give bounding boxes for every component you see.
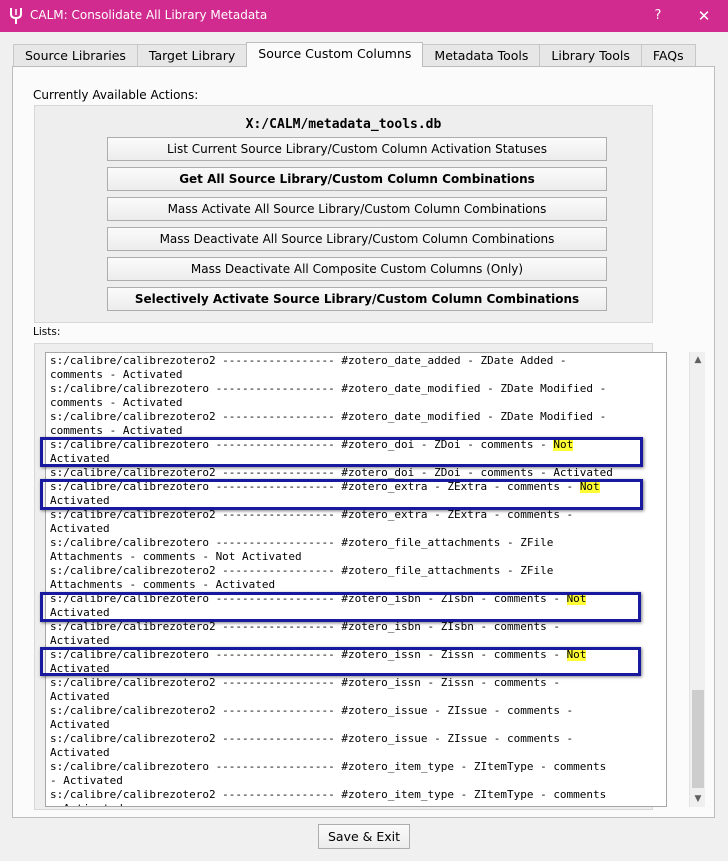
tab-faqs[interactable]: FAQs xyxy=(640,44,696,67)
list-line: s:/calibre/calibrezotero2 --------------… xyxy=(50,676,654,690)
list-line-text: Attachments - comments - Not Activated xyxy=(50,550,302,563)
list-line: - Activated xyxy=(50,802,654,806)
list-line-text: s:/calibre/calibrezotero ---------------… xyxy=(50,592,567,605)
list-line-text: s:/calibre/calibrezotero2 --------------… xyxy=(50,788,607,801)
list-line-text: Activated xyxy=(50,690,110,703)
list-line-text: comments - Activated xyxy=(50,396,183,409)
list-line: Activated xyxy=(50,746,654,760)
list-line: s:/calibre/calibrezotero2 --------------… xyxy=(50,354,654,368)
list-line-text: Activated xyxy=(50,606,110,619)
mass-activate-button[interactable]: Mass Activate All Source Library/Custom … xyxy=(107,197,607,221)
get-all-combinations-button[interactable]: Get All Source Library/Custom Column Com… xyxy=(107,167,607,191)
list-line: Activated xyxy=(50,494,654,508)
list-line: s:/calibre/calibrezotero ---------------… xyxy=(50,648,654,662)
list-line-text: s:/calibre/calibrezotero2 --------------… xyxy=(50,410,607,423)
list-line: comments - Activated xyxy=(50,424,654,438)
list-line-text: Activated xyxy=(50,746,110,759)
list-line: - Activated xyxy=(50,774,654,788)
save-and-exit-button[interactable]: Save & Exit xyxy=(318,824,410,849)
list-line-text: s:/calibre/calibrezotero ---------------… xyxy=(50,480,580,493)
list-line: Activated xyxy=(50,452,654,466)
list-line-text: s:/calibre/calibrezotero2 --------------… xyxy=(50,620,560,633)
actions-label: Currently Available Actions: xyxy=(33,88,199,102)
list-line-text: comments - Activated xyxy=(50,368,183,381)
list-line: s:/calibre/calibrezotero2 --------------… xyxy=(50,508,654,522)
actions-group: X:/CALM/metadata_tools.db List Current S… xyxy=(34,105,653,323)
list-line-text: - Activated xyxy=(50,802,123,806)
list-activation-statuses-button[interactable]: List Current Source Library/Custom Colum… xyxy=(107,137,607,161)
list-line: s:/calibre/calibrezotero ---------------… xyxy=(50,480,654,494)
close-button[interactable]: ✕ xyxy=(692,6,716,26)
tab-bar: Source Libraries Target Library Source C… xyxy=(13,42,696,67)
list-line-text: s:/calibre/calibrezotero ---------------… xyxy=(50,382,607,395)
list-line-text: s:/calibre/calibrezotero2 --------------… xyxy=(50,676,560,689)
list-line: Activated xyxy=(50,718,654,732)
tab-target-library[interactable]: Target Library xyxy=(136,44,248,67)
list-line-text: s:/calibre/calibrezotero ---------------… xyxy=(50,760,607,773)
list-line: s:/calibre/calibrezotero2 --------------… xyxy=(50,732,654,746)
list-line: s:/calibre/calibrezotero2 --------------… xyxy=(50,564,654,578)
list-line-text: s:/calibre/calibrezotero2 --------------… xyxy=(50,732,574,745)
list-line: s:/calibre/calibrezotero ---------------… xyxy=(50,592,654,606)
vertical-scrollbar[interactable]: ▲ ▼ xyxy=(689,352,705,807)
list-line-text: s:/calibre/calibrezotero ---------------… xyxy=(50,438,554,451)
list-line-text: s:/calibre/calibrezotero ---------------… xyxy=(50,648,567,661)
scroll-down-arrow-icon[interactable]: ▼ xyxy=(690,791,706,807)
list-line: s:/calibre/calibrezotero2 --------------… xyxy=(50,410,654,424)
list-line-text: s:/calibre/calibrezotero2 --------------… xyxy=(50,704,574,717)
list-line: Activated xyxy=(50,522,654,536)
list-line: s:/calibre/calibrezotero ---------------… xyxy=(50,760,654,774)
highlighted-status-text: Not xyxy=(566,648,587,661)
list-line: comments - Activated xyxy=(50,396,654,410)
tab-source-libraries[interactable]: Source Libraries xyxy=(13,44,138,67)
list-line: Attachments - comments - Not Activated xyxy=(50,550,654,564)
selectively-activate-button[interactable]: Selectively Activate Source Library/Cust… xyxy=(107,287,607,311)
list-line: s:/calibre/calibrezotero2 --------------… xyxy=(50,466,654,480)
database-path: X:/CALM/metadata_tools.db xyxy=(245,117,442,132)
list-line-text: Activated xyxy=(50,662,110,675)
highlighted-status-text: Not xyxy=(579,480,600,493)
scroll-thumb[interactable] xyxy=(692,690,704,788)
list-line: Activated xyxy=(50,690,654,704)
list-line: s:/calibre/calibrezotero2 --------------… xyxy=(50,788,654,802)
list-line-text: Activated xyxy=(50,452,110,465)
list-line: comments - Activated xyxy=(50,368,654,382)
list-line: Attachments - comments - Activated xyxy=(50,578,654,592)
mass-deactivate-composite-button[interactable]: Mass Deactivate All Composite Custom Col… xyxy=(107,257,607,281)
help-button[interactable]: ? xyxy=(646,6,670,26)
list-line: s:/calibre/calibrezotero ---------------… xyxy=(50,438,654,452)
scroll-up-arrow-icon[interactable]: ▲ xyxy=(690,352,706,368)
tab-library-tools[interactable]: Library Tools xyxy=(539,44,642,67)
list-line-text: s:/calibre/calibrezotero2 --------------… xyxy=(50,466,613,479)
list-line-text: s:/calibre/calibrezotero ---------------… xyxy=(50,536,554,549)
tab-source-custom-columns[interactable]: Source Custom Columns xyxy=(246,42,424,67)
list-lines: s:/calibre/calibrezotero2 --------------… xyxy=(50,354,654,806)
list-line-text: - Activated xyxy=(50,774,123,787)
list-line-text: comments - Activated xyxy=(50,424,183,437)
list-line: Activated xyxy=(50,634,654,648)
list-line: Activated xyxy=(50,662,654,676)
mass-deactivate-button[interactable]: Mass Deactivate All Source Library/Custo… xyxy=(107,227,607,251)
lists-textbox[interactable]: s:/calibre/calibrezotero2 --------------… xyxy=(45,352,667,807)
tuning-fork-icon xyxy=(10,8,22,24)
list-line: s:/calibre/calibrezotero ---------------… xyxy=(50,382,654,396)
list-line: Activated xyxy=(50,606,654,620)
title-bar: CALM: Consolidate All Library Metadata ?… xyxy=(0,0,728,32)
list-line-text: Attachments - comments - Activated xyxy=(50,578,276,591)
list-line-text: s:/calibre/calibrezotero2 --------------… xyxy=(50,354,567,367)
list-line-text: Activated xyxy=(50,494,110,507)
tab-metadata-tools[interactable]: Metadata Tools xyxy=(422,44,541,67)
highlighted-status-text: Not xyxy=(566,592,587,605)
lists-label: Lists: xyxy=(33,326,61,338)
list-line: s:/calibre/calibrezotero2 --------------… xyxy=(50,704,654,718)
list-line: s:/calibre/calibrezotero ---------------… xyxy=(50,536,654,550)
list-line-text: s:/calibre/calibrezotero2 --------------… xyxy=(50,564,554,577)
list-line-text: Activated xyxy=(50,718,110,731)
list-line-text: s:/calibre/calibrezotero2 --------------… xyxy=(50,508,574,521)
highlighted-status-text: Not xyxy=(553,438,574,451)
list-line-text: Activated xyxy=(50,522,110,535)
list-line-text: Activated xyxy=(50,634,110,647)
list-line: s:/calibre/calibrezotero2 --------------… xyxy=(50,620,654,634)
window-title: CALM: Consolidate All Library Metadata xyxy=(30,8,268,22)
